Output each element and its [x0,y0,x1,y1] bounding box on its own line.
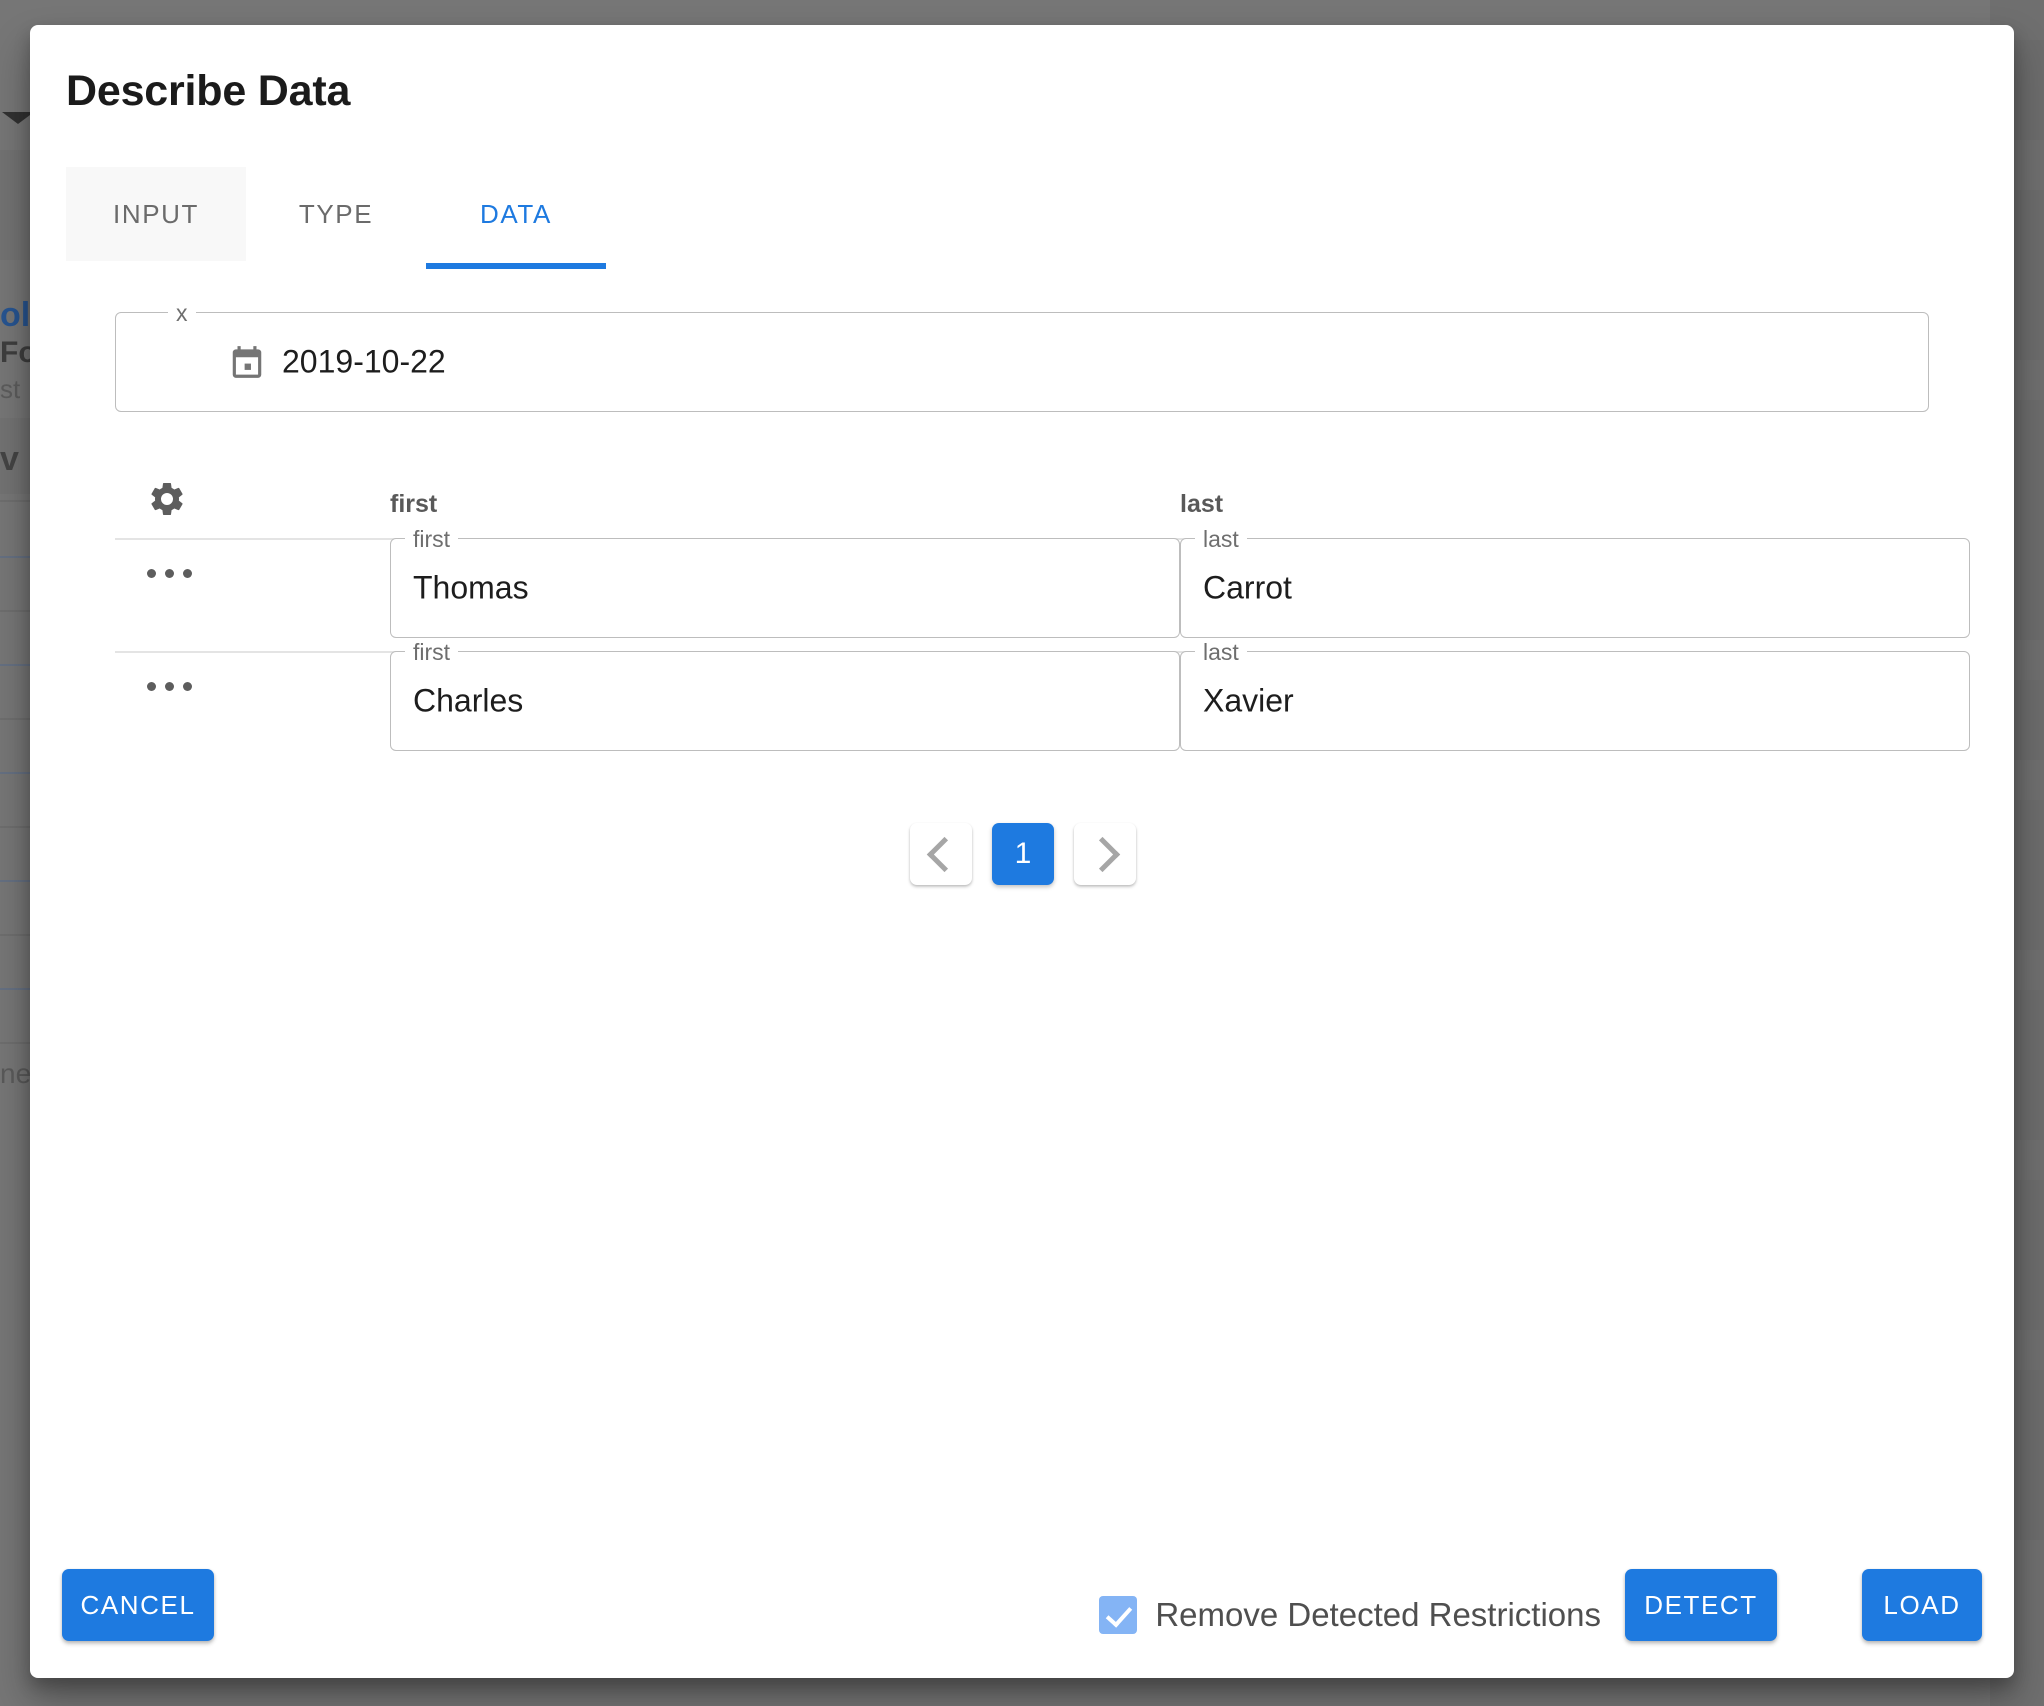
tab-type-label: TYPE [299,199,373,230]
pagination-page-number: 1 [1015,837,1032,871]
dialog-action-bar: CANCEL Remove Detected Restrictions DETE… [30,1528,2014,1678]
cell-first-row-1[interactable]: first Thomas [390,538,1180,638]
cell-first-row-1-value: Thomas [413,570,529,607]
cell-first-row-2-label: first [405,641,458,663]
tab-type[interactable]: TYPE [246,167,426,261]
dialog-title: Describe Data [66,67,350,116]
cell-first-row-2[interactable]: first Charles [390,651,1180,751]
date-field-value: 2019-10-22 [282,344,446,381]
pagination-next-button[interactable] [1074,823,1136,885]
date-field[interactable]: x 2019-10-22 [115,312,1929,412]
cell-last-row-2-value: Xavier [1203,683,1294,720]
cell-last-row-1-value: Carrot [1203,570,1292,607]
cell-last-row-2-label: last [1195,641,1247,663]
tab-data-label: DATA [480,199,552,230]
cell-last-row-1[interactable]: last Carrot [1180,538,1970,638]
remove-detected-restrictions-label: Remove Detected Restrictions [1155,1596,1601,1634]
column-header-first[interactable]: first [390,490,437,519]
describe-data-dialog: Describe Data INPUT TYPE DATA x 2019-10-… [30,25,2014,1678]
pagination: 1 [910,823,1136,885]
remove-detected-restrictions-checkbox[interactable] [1099,1596,1137,1634]
load-button[interactable]: LOAD [1862,1569,1982,1641]
detect-button[interactable]: DETECT [1625,1569,1777,1641]
column-header-last[interactable]: last [1180,490,1223,519]
cell-first-row-1-label: first [405,528,458,550]
calendar-icon [228,343,266,381]
chevron-left-icon [926,836,961,871]
cell-first-row-2-value: Charles [413,683,523,720]
pagination-page-1-button[interactable]: 1 [992,823,1054,885]
tab-input[interactable]: INPUT [66,167,246,261]
cell-last-row-2[interactable]: last Xavier [1180,651,1970,751]
gear-icon[interactable] [147,479,187,519]
more-horizontal-icon[interactable] [147,682,192,691]
chevron-right-icon [1084,836,1119,871]
cell-last-row-1-label: last [1195,528,1247,550]
remove-detected-restrictions-control[interactable]: Remove Detected Restrictions [1099,1596,1601,1634]
tab-input-label: INPUT [113,199,199,230]
more-horizontal-icon[interactable] [147,569,192,578]
tab-bar: INPUT TYPE DATA [66,167,606,261]
cancel-button[interactable]: CANCEL [62,1569,214,1641]
pagination-prev-button[interactable] [910,823,972,885]
date-field-label: x [168,302,196,324]
tab-data[interactable]: DATA [426,167,606,261]
